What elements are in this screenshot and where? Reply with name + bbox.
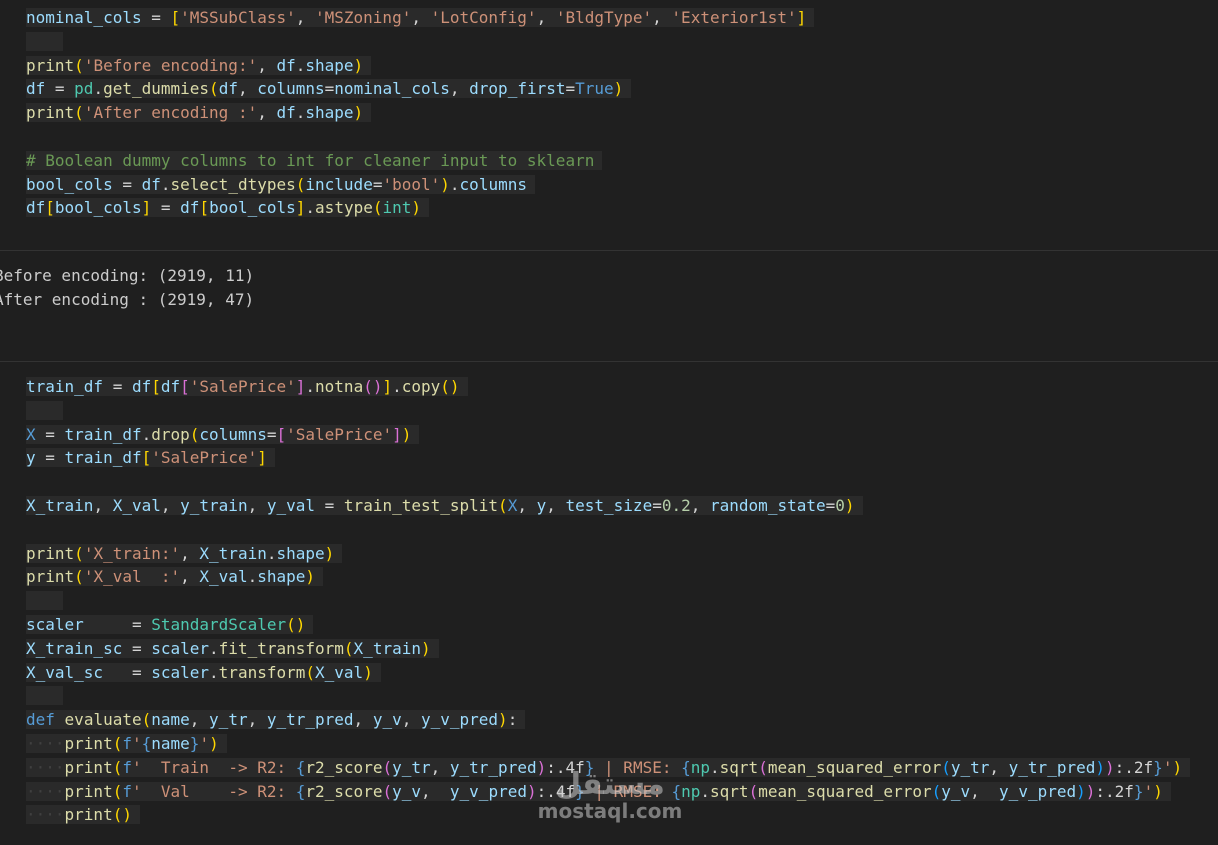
code-line[interactable]: print('X_train:', X_train.shape) [26,542,1190,566]
code-line[interactable]: train_df = df[df['SalePrice'].notna()].c… [26,375,1190,399]
code-line[interactable]: X = train_df.drop(columns=['SalePrice']) [26,423,1190,447]
code-line[interactable] [26,399,1190,423]
code-line[interactable] [26,30,814,54]
code-line[interactable] [26,125,814,149]
code-line[interactable]: def evaluate(name, y_tr, y_tr_pred, y_v,… [26,708,1190,732]
code-line[interactable]: y = train_df['SalePrice'] [26,446,1190,470]
code-line[interactable] [26,589,1190,613]
code-line[interactable]: ····print(f'{name}') [26,732,1190,756]
code-cell-encoding[interactable]: nominal_cols = ['MSSubClass', 'MSZoning'… [0,0,1218,250]
code-line[interactable]: df[bool_cols] = df[bool_cols].astype(int… [26,196,814,220]
output-line: Before encoding: (2919, 11) [0,266,255,285]
watermark-latin: mostaql.com [537,799,683,823]
code-line[interactable]: X_val_sc = scaler.transform(X_val) [26,661,1190,685]
code-line[interactable]: df = pd.get_dummies(df, columns=nominal_… [26,77,814,101]
cell-output: Before encoding: (2919, 11) After encodi… [0,251,1218,361]
code-line[interactable] [26,518,1190,542]
code-line[interactable]: nominal_cols = ['MSSubClass', 'MSZoning'… [26,6,815,30]
output-line: After encoding : (2919, 47) [0,290,255,309]
code-line[interactable]: X_train, X_val, y_train, y_val = train_t… [26,494,1190,518]
code-line[interactable]: print('Before encoding:', df.shape) [26,54,814,78]
code-line[interactable]: scaler = StandardScaler() [26,613,1190,637]
code-line[interactable]: print('X_val :', X_val.shape) [26,565,1190,589]
code-line[interactable] [26,684,1190,708]
code-editor[interactable]: nominal_cols = ['MSSubClass', 'MSZoning'… [26,6,815,220]
watermark-arabic: مستقل [555,767,665,802]
code-editor[interactable]: train_df = df[df['SalePrice'].notna()].c… [26,375,1191,827]
code-line[interactable]: # Boolean dummy columns to int for clean… [26,149,814,173]
watermark-logo: مستقل mostaql.com [535,767,685,823]
code-line[interactable]: X_train_sc = scaler.fit_transform(X_trai… [26,637,1190,661]
code-line[interactable] [26,470,1190,494]
code-line[interactable]: print('After encoding :', df.shape) [26,101,814,125]
code-line[interactable]: bool_cols = df.select_dtypes(include='bo… [26,173,814,197]
